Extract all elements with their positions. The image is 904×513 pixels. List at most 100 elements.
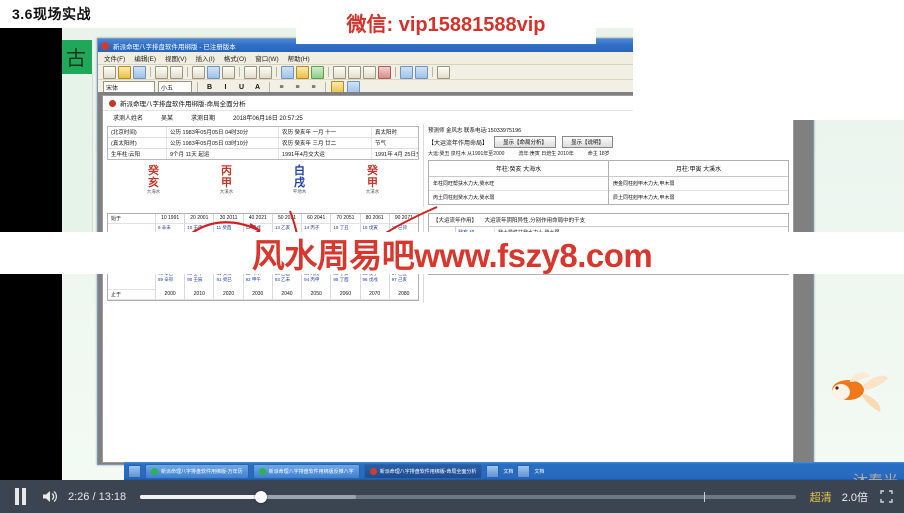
end-year: 2020 <box>214 290 244 300</box>
column-header: 50 2031 <box>272 214 303 224</box>
document-icon[interactable] <box>517 464 531 478</box>
video-player-controls[interactable]: 2:26 / 13:18 超清 2.0倍 <box>0 480 904 513</box>
select-all-icon[interactable] <box>244 65 257 79</box>
birth-time-label: (北京时间) <box>108 127 167 137</box>
menu-item-help[interactable]: 帮助(H) <box>288 53 310 63</box>
pause-button[interactable] <box>10 488 30 506</box>
cut-icon[interactable] <box>192 65 205 79</box>
volume-button[interactable] <box>40 488 58 506</box>
menu-item-format[interactable]: 格式(O) <box>224 53 246 63</box>
taskbar-extra-label: 文档 <box>534 468 545 475</box>
wechat-watermark-text: 微信: vip15881588vip <box>346 13 546 36</box>
column-header: 60 2041 <box>302 214 332 224</box>
taskbar-item-0[interactable]: 新派命理八字排盘软件用绑版-万年历 <box>145 463 249 479</box>
month-pillar-line-1: 庚金同柱剋甲木力大,甲木弱 <box>609 177 788 191</box>
analysis-column: 预测师 金风志 联系电话:15033975196 【大运流年作用命局】 显示【命… <box>424 124 793 207</box>
save-icon[interactable] <box>133 65 146 79</box>
toolbar-separator <box>187 67 188 77</box>
taskbar-app-icon <box>258 467 266 475</box>
analysis-title: 【大运流年作用命局】 <box>428 140 489 147</box>
taskbar-item-2[interactable]: 新派命理八字排盘软件用绑版-命局全面分析 <box>363 463 483 479</box>
home-icon[interactable] <box>437 65 450 79</box>
green-sidebar-strip: 古 <box>62 40 92 74</box>
page-title: 3.6现场实战 <box>12 6 91 22</box>
toolbar-separator <box>432 67 433 77</box>
month-pillar-header: 月柱:甲寅 大溪水 <box>609 161 788 177</box>
document-main-split: (北京时间) 公历 1983年05月05日 04时30分 农历 癸亥年 一月 十… <box>103 124 793 207</box>
analysis-button-row[interactable]: 【大运流年作用命局】 显示【命局分析】 显示【说明】 <box>428 136 789 148</box>
column-header: 20 2001 <box>185 214 215 224</box>
pillar-day-branch: 戌 <box>294 176 305 189</box>
luck-interaction-subtitle: 大运流年阴阳异性,分别作用命局中的干支 <box>484 218 586 224</box>
app-icon <box>101 41 109 50</box>
calendar-icon[interactable] <box>281 65 294 79</box>
luck-start-exact: 1991年 4月 25日交运 <box>375 152 418 158</box>
chart-icon[interactable] <box>378 65 391 79</box>
menu-item-insert[interactable]: 插入(I) <box>196 53 215 63</box>
speed-selector[interactable]: 2.0倍 <box>842 489 868 505</box>
year-entry: 93 乙未 <box>274 277 291 283</box>
show-chart-analysis-button[interactable]: 显示【命局分析】 <box>494 136 557 148</box>
chapter-marker[interactable] <box>703 491 705 502</box>
column-header: 10 1991 <box>156 214 186 224</box>
toolbar-separator <box>395 67 396 77</box>
taskbar-item-1[interactable]: 新派命理八字排盘软件用绑版反推八字 <box>252 463 360 479</box>
find-icon[interactable] <box>259 65 272 79</box>
end-label: 止于 <box>108 290 156 300</box>
end-year: 2010 <box>185 290 215 300</box>
menu-item-view[interactable]: 视图(V) <box>165 53 187 63</box>
toolbar-separator <box>197 82 198 92</box>
menu-item-edit[interactable]: 编辑(E) <box>134 53 156 63</box>
start-button[interactable] <box>128 464 141 478</box>
help-icon[interactable] <box>415 65 428 79</box>
copy-icon[interactable] <box>207 65 220 79</box>
white-overlay-top-right <box>633 0 904 120</box>
document-icon[interactable] <box>486 464 500 478</box>
taskbar-app-icon <box>151 467 158 475</box>
zoom-icon[interactable] <box>400 65 413 79</box>
site-watermark: 风水周易吧www.fszy8.com <box>0 232 904 274</box>
pillar-day: 白 戌 平地木 <box>293 165 307 195</box>
true-lunar-date: 农历 癸亥年 三月 廿二 <box>279 138 372 148</box>
year-entry: 89 辛卯 <box>158 277 174 283</box>
month-pillar-analysis: 月柱:甲寅 大溪水 庚金同柱剋甲木力大,甲木弱 辰土同柱剋甲木力大,甲木弱 <box>609 161 788 204</box>
toolbar-separator <box>276 67 277 77</box>
image-icon[interactable] <box>311 65 324 79</box>
new-document-icon[interactable] <box>103 65 116 79</box>
year-pillar-header: 年柱:癸亥 大海水 <box>429 161 608 177</box>
client-label: 求测人姓名 <box>113 116 144 122</box>
birth-solar-date: 公历 1983年05月05日 04时30分 <box>167 127 279 137</box>
year-pillar-analysis: 年柱:癸亥 大海水 年柱同旺帮扶水力大,癸水旺 丙土同柱剋癸水力大,癸水弱 <box>429 161 609 204</box>
year-entry: 90 壬辰 <box>187 277 203 283</box>
progress-handle[interactable] <box>255 490 268 503</box>
columns-icon[interactable] <box>363 65 376 79</box>
pillar-hour: 癸 甲 大溪水 <box>366 165 380 195</box>
table-icon[interactable] <box>348 65 361 79</box>
pillar-hour-stem: 癸 <box>367 165 378 177</box>
document-canvas[interactable]: 新派命理八字排盘软件用绑版-命局全面分析 求测人姓名 吴某 求测日期 2018年… <box>98 92 813 464</box>
annual-luck-info: 流年:庚寅 日焙生 2010年 <box>518 151 574 157</box>
table-row: (真太阳时) 公历 1983年05月05日 03时10分 农历 癸亥年 三月 廿… <box>108 138 418 149</box>
year-pillar-line-2: 丙土同柱剋癸水力大,癸水弱 <box>433 195 495 201</box>
progress-bar[interactable] <box>140 490 796 503</box>
pillar-month-element: 大溪水 <box>219 189 234 195</box>
show-explanation-button[interactable]: 显示【说明】 <box>562 136 614 148</box>
open-folder-icon[interactable] <box>118 65 131 79</box>
pillar-month-stem: 丙 <box>221 165 232 177</box>
quality-selector[interactable]: 超清 <box>810 489 832 505</box>
column-header: 80 2061 <box>360 214 390 224</box>
menu-item-window[interactable]: 窗口(W) <box>255 53 278 63</box>
paste-icon[interactable] <box>222 65 235 79</box>
toolbar-separator <box>328 67 329 77</box>
print-preview-icon[interactable] <box>170 65 183 79</box>
menu-item-file[interactable]: 文件(F) <box>104 53 125 63</box>
year-entry: 92 甲午 <box>245 277 261 283</box>
fullscreen-button[interactable] <box>878 490 894 504</box>
column-header: 30 2011 <box>214 214 244 224</box>
wechat-watermark: 微信: vip15881588vip <box>296 0 596 44</box>
windows-taskbar[interactable]: 新派命理八字排盘软件用绑版-万年历 新派命理八字排盘软件用绑版反推八字 新派命理… <box>124 462 904 480</box>
luck-summary-row: 大运:癸丑 泉柱木 从1991年至2000 流年:庚寅 日焙生 2010年 命主… <box>428 150 789 157</box>
print-icon[interactable] <box>155 65 168 79</box>
sun-icon[interactable] <box>296 65 309 79</box>
page-icon[interactable] <box>333 65 346 79</box>
